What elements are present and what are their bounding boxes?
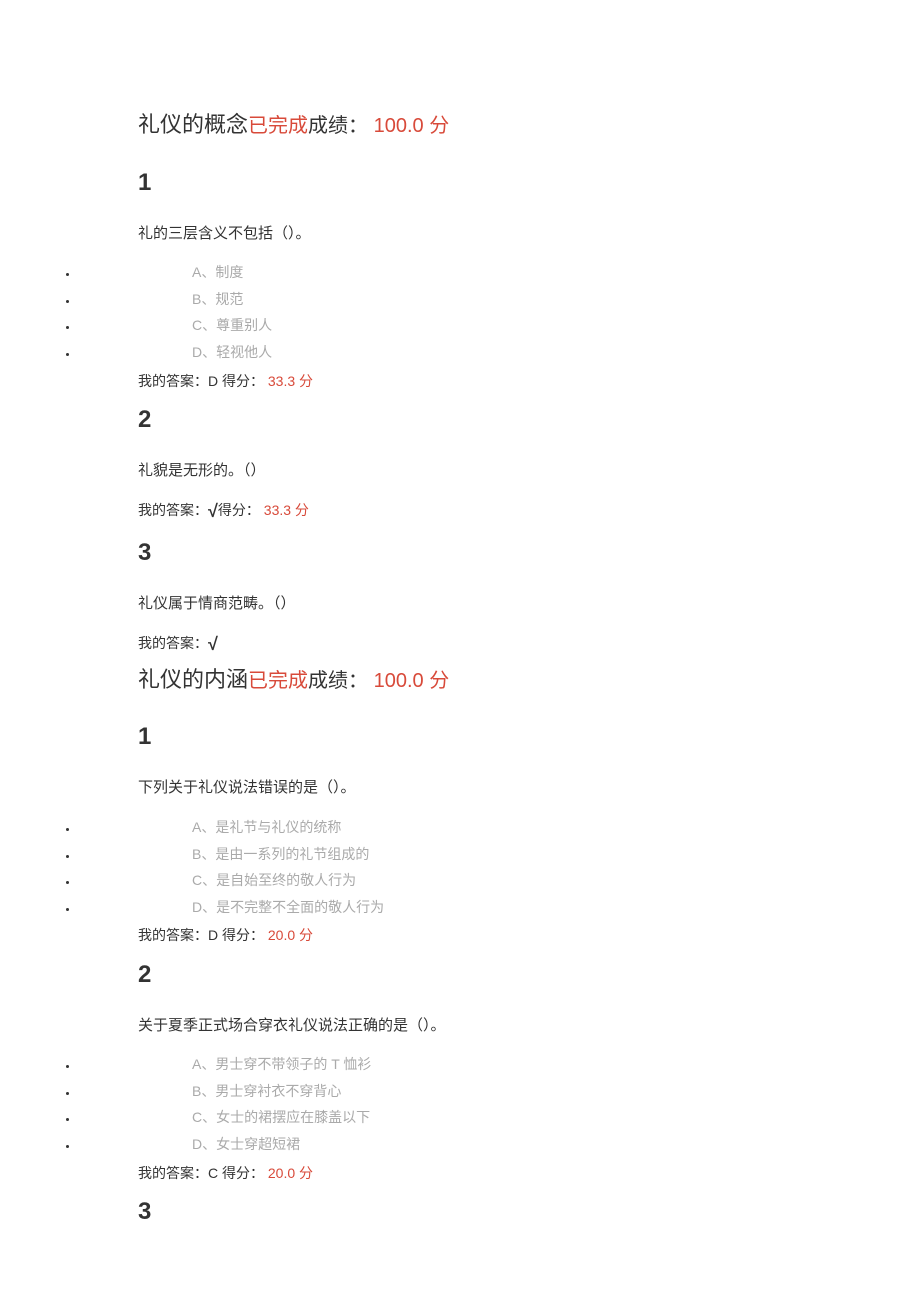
- answer-line: 我的答案：D 得分： 20.0 分: [138, 924, 840, 946]
- option-letter: B、: [192, 846, 215, 862]
- option-item: A、男士穿不带领子的 T 恤衫: [78, 1051, 840, 1078]
- answer-value: D: [208, 373, 222, 389]
- option-letter: C、: [192, 317, 216, 333]
- option-item: D、女士穿超短裙: [78, 1131, 840, 1158]
- option-item: B、男士穿衬衣不穿背心: [78, 1078, 840, 1105]
- option-item: D、是不完整不全面的敬人行为: [78, 894, 840, 921]
- option-letter: C、: [192, 1109, 216, 1125]
- question-text: 礼的三层含义不包括（）。: [138, 223, 840, 246]
- points-unit: 分: [299, 927, 313, 943]
- answer-value: C: [208, 1165, 222, 1181]
- option-letter: A、: [192, 264, 215, 280]
- options-list: A、是礼节与礼仪的统称 B、是由一系列的礼节组成的 C、是自始至终的敬人行为 D…: [78, 814, 840, 920]
- question-text: 礼仪属于情商范畴。（）: [138, 593, 840, 616]
- check-icon: √: [208, 634, 218, 654]
- points-value: 20.0: [264, 1165, 299, 1181]
- points-label: 得分：: [222, 373, 264, 389]
- option-letter: D、: [192, 344, 216, 360]
- option-item: C、是自始至终的敬人行为: [78, 867, 840, 894]
- option-text: 尊重别人: [216, 317, 272, 333]
- points-value: 33.3: [260, 502, 295, 518]
- option-item: A、制度: [78, 259, 840, 286]
- section-header: 礼仪的概念已完成成绩： 100.0 分: [138, 110, 840, 141]
- option-letter: A、: [192, 819, 215, 835]
- option-item: B、规范: [78, 286, 840, 313]
- question-number: 3: [138, 539, 840, 567]
- points-value: 33.3: [264, 373, 299, 389]
- option-item: C、尊重别人: [78, 312, 840, 339]
- answer-label: 我的答案：: [138, 1165, 208, 1181]
- answer-label: 我的答案：: [138, 927, 208, 943]
- points-label: 得分：: [218, 502, 260, 518]
- option-text: 男士穿不带领子的 T 恤衫: [215, 1056, 371, 1072]
- section-status: 已完成: [248, 670, 308, 692]
- option-item: D、轻视他人: [78, 339, 840, 366]
- question-number: 1: [138, 169, 840, 197]
- question-text: 下列关于礼仪说法错误的是（）。: [138, 777, 840, 800]
- option-letter: B、: [192, 291, 215, 307]
- score-unit: 分: [429, 670, 449, 692]
- score-value: 100.0: [368, 115, 429, 137]
- points-label: 得分：: [222, 927, 264, 943]
- answer-line: 我的答案：√得分： 33.3 分: [138, 497, 840, 526]
- option-text: 规范: [215, 291, 243, 307]
- option-text: 制度: [215, 264, 243, 280]
- option-text: 轻视他人: [216, 344, 272, 360]
- option-item: A、是礼节与礼仪的统称: [78, 814, 840, 841]
- answer-line: 我的答案：D 得分： 33.3 分: [138, 370, 840, 392]
- option-text: 是礼节与礼仪的统称: [215, 819, 341, 835]
- option-letter: A、: [192, 1056, 215, 1072]
- answer-label: 我的答案：: [138, 373, 208, 389]
- option-item: B、是由一系列的礼节组成的: [78, 841, 840, 868]
- points-unit: 分: [295, 502, 309, 518]
- answer-line: 我的答案：C 得分： 20.0 分: [138, 1162, 840, 1184]
- question-number: 2: [138, 406, 840, 434]
- points-label: 得分：: [222, 1165, 264, 1181]
- points-unit: 分: [299, 373, 313, 389]
- options-list: A、男士穿不带领子的 T 恤衫 B、男士穿衬衣不穿背心 C、女士的裙摆应在膝盖以…: [78, 1051, 840, 1157]
- question-number: 3: [138, 1198, 840, 1226]
- answer-line: 我的答案：√: [138, 630, 840, 659]
- option-text: 是自始至终的敬人行为: [216, 872, 356, 888]
- option-letter: D、: [192, 899, 216, 915]
- option-text: 女士的裙摆应在膝盖以下: [216, 1109, 370, 1125]
- points-value: 20.0: [264, 927, 299, 943]
- section-title: 礼仪的概念: [138, 112, 248, 137]
- question-text: 关于夏季正式场合穿衣礼仪说法正确的是（）。: [138, 1015, 840, 1038]
- document-body: 礼仪的概念已完成成绩： 100.0 分 1 礼的三层含义不包括（）。 A、制度 …: [0, 110, 920, 1226]
- section-status: 已完成: [248, 115, 308, 137]
- option-text: 男士穿衬衣不穿背心: [215, 1083, 341, 1099]
- question-number: 1: [138, 723, 840, 751]
- score-unit: 分: [429, 115, 449, 137]
- section-title: 礼仪的内涵: [138, 667, 248, 692]
- option-letter: B、: [192, 1083, 215, 1099]
- option-text: 是不完整不全面的敬人行为: [216, 899, 384, 915]
- answer-label: 我的答案：: [138, 635, 208, 651]
- score-label: 成绩：: [308, 670, 368, 692]
- score-value: 100.0: [368, 670, 429, 692]
- option-text: 女士穿超短裙: [216, 1136, 300, 1152]
- score-label: 成绩：: [308, 115, 368, 137]
- options-list: A、制度 B、规范 C、尊重别人 D、轻视他人: [78, 259, 840, 365]
- option-letter: D、: [192, 1136, 216, 1152]
- answer-value: D: [208, 927, 222, 943]
- section-header: 礼仪的内涵已完成成绩： 100.0 分: [138, 665, 840, 696]
- answer-label: 我的答案：: [138, 502, 208, 518]
- check-icon: √: [208, 501, 218, 521]
- question-text: 礼貌是无形的。（）: [138, 460, 840, 483]
- option-text: 是由一系列的礼节组成的: [215, 846, 369, 862]
- question-number: 2: [138, 961, 840, 989]
- points-unit: 分: [299, 1165, 313, 1181]
- option-item: C、女士的裙摆应在膝盖以下: [78, 1104, 840, 1131]
- option-letter: C、: [192, 872, 216, 888]
